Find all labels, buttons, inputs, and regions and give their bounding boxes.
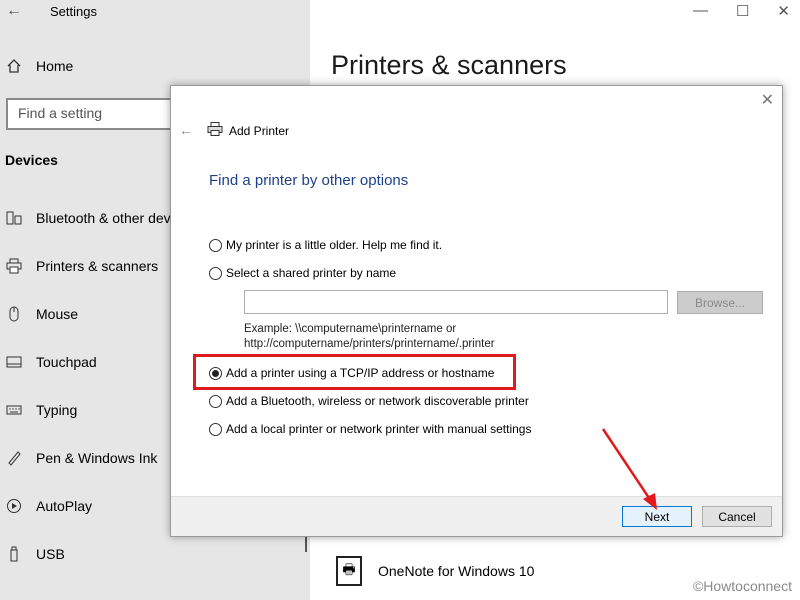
annotation-arrow-icon: [601, 428, 657, 510]
browse-button[interactable]: Browse...: [677, 291, 763, 314]
radio-button[interactable]: [209, 266, 222, 280]
sidebar-item-label: Pen & Windows Ink: [36, 450, 158, 466]
home-label: Home: [36, 58, 74, 74]
radio-button[interactable]: [209, 394, 222, 408]
section-title: Devices: [5, 152, 58, 168]
home-nav-item[interactable]: Home: [6, 58, 73, 74]
pen-icon: [6, 450, 22, 466]
sidebar-item-touchpad[interactable]: Touchpad: [6, 354, 97, 370]
shared-printer-name-input[interactable]: [244, 290, 668, 314]
app-title: Settings: [50, 4, 97, 19]
usb-icon: [6, 546, 22, 562]
touchpad-icon: [6, 354, 22, 370]
printer-list-item[interactable]: 🖶 OneNote for Windows 10: [336, 556, 534, 586]
printer-icon: [6, 258, 22, 274]
example-line-2: http://computername/printers/printername…: [244, 338, 495, 350]
option-label: My printer is a little older. Help me fi…: [226, 238, 443, 252]
page-title: Printers & scanners: [331, 50, 567, 80]
sidebar-item-label: Mouse: [36, 306, 79, 322]
maximize-icon[interactable]: ☐: [736, 2, 749, 20]
dialog-close-icon[interactable]: ✕: [761, 90, 774, 110]
option-label: Add a Bluetooth, wireless or network dis…: [226, 394, 529, 408]
sidebar-item-label: AutoPlay: [36, 498, 93, 514]
sidebar-item-label: USB: [36, 546, 65, 562]
bluetooth-devices-icon: [6, 210, 22, 226]
example-line-1: Example: \\computername\printername or: [244, 323, 457, 335]
dialog-title: Add Printer: [229, 123, 290, 138]
option-older-printer[interactable]: My printer is a little older. Help me fi…: [209, 238, 442, 252]
sidebar-item-usb[interactable]: USB: [6, 546, 65, 562]
back-arrow-icon[interactable]: ←: [6, 2, 22, 20]
dialog-back-icon[interactable]: ←: [179, 122, 193, 138]
sidebar-item-label: Typing: [36, 402, 78, 418]
option-shared-printer[interactable]: Select a shared printer by name: [209, 266, 396, 280]
printer-name: OneNote for Windows 10: [378, 563, 535, 579]
autoplay-icon: [6, 498, 22, 514]
sidebar-item-bluetooth[interactable]: Bluetooth & other dev: [6, 210, 171, 226]
watermark: ©Howtoconnect: [692, 578, 792, 594]
sidebar-item-typing[interactable]: Typing: [6, 402, 77, 418]
option-tcpip-printer[interactable]: Add a printer using a TCP/IP address or …: [209, 366, 494, 380]
sidebar-item-label: Bluetooth & other dev: [36, 210, 171, 226]
sidebar-item-label: Touchpad: [36, 354, 97, 370]
close-icon[interactable]: ✕: [777, 2, 790, 20]
sidebar-item-autoplay[interactable]: AutoPlay: [6, 498, 92, 514]
search-input[interactable]: Find a setting: [6, 98, 186, 130]
option-label: Add a printer using a TCP/IP address or …: [226, 366, 495, 380]
radio-button[interactable]: [209, 422, 222, 436]
example-text: Example: \\computername\printername or h…: [244, 322, 495, 352]
dialog-title-row: Add Printer: [207, 122, 289, 139]
radio-button[interactable]: [209, 238, 222, 252]
option-label: Add a local printer or network printer w…: [226, 422, 532, 436]
sidebar-item-pen[interactable]: Pen & Windows Ink: [6, 450, 157, 466]
keyboard-icon: [6, 402, 22, 418]
minimize-icon[interactable]: —: [693, 2, 708, 20]
printer-icon: [207, 122, 223, 139]
printer-device-icon: 🖶: [336, 556, 362, 586]
option-local-printer[interactable]: Add a local printer or network printer w…: [209, 422, 531, 436]
home-icon: [6, 58, 22, 74]
option-label: Select a shared printer by name: [226, 266, 397, 280]
sidebar-item-label: Printers & scanners: [36, 258, 159, 274]
dialog-heading: Find a printer by other options: [209, 172, 409, 189]
mouse-icon: [6, 306, 22, 322]
radio-button-checked[interactable]: [209, 366, 222, 380]
cancel-button[interactable]: Cancel: [702, 506, 772, 527]
add-printer-dialog: ✕ ← Add Printer Find a printer by other …: [170, 85, 783, 537]
window-controls: — ☐ ✕: [693, 2, 790, 20]
sidebar-item-printers[interactable]: Printers & scanners: [6, 258, 158, 274]
option-bluetooth-printer[interactable]: Add a Bluetooth, wireless or network dis…: [209, 394, 529, 408]
sidebar-item-mouse[interactable]: Mouse: [6, 306, 78, 322]
